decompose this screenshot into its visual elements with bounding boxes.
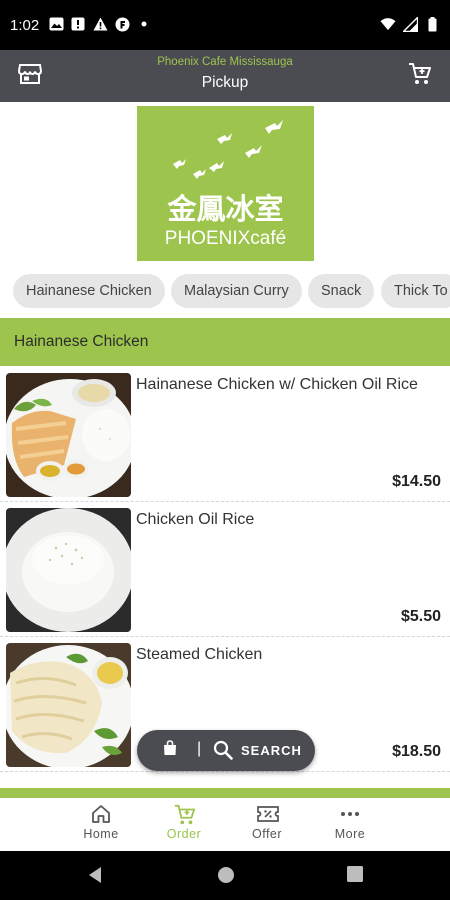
app-header: Phoenix Cafe Mississauga Pickup	[0, 50, 450, 102]
store-name: Phoenix Cafe Mississauga	[157, 56, 293, 68]
recents-button[interactable]	[346, 865, 366, 885]
category-chip-thick-toast[interactable]: Thick To	[381, 274, 450, 308]
status-system-icons	[380, 16, 440, 32]
nav-label-more: More	[334, 827, 366, 841]
nav-label-offer: Offer	[251, 827, 283, 841]
category-chip-hainanese-chicken[interactable]: Hainanese Chicken	[13, 274, 165, 308]
wifi-icon	[380, 16, 396, 32]
item-name: Chicken Oil Rice	[136, 511, 255, 528]
search-button-label[interactable]: SEARCH	[241, 743, 302, 758]
category-chip-malaysian-curry[interactable]: Malaysian Curry	[171, 274, 302, 308]
order-mode-title[interactable]: Pickup	[0, 74, 450, 92]
home-system-button[interactable]	[216, 865, 236, 885]
restaurant-logo: 金鳳冰室 PHOENIXcafé	[137, 106, 314, 261]
cart-icon	[408, 62, 432, 91]
section-header: Hainanese Chicken	[0, 318, 450, 366]
order-cart-icon	[174, 804, 196, 825]
item-image	[6, 373, 131, 497]
section-title: Hainanese Chicken	[14, 333, 149, 350]
nav-item-home[interactable]: Home	[61, 798, 141, 851]
more-dots-icon	[340, 804, 360, 824]
status-notification-icons	[48, 16, 152, 32]
item-name: Steamed Chicken	[136, 646, 263, 663]
item-image	[6, 643, 131, 767]
dot-icon	[136, 16, 152, 32]
bottom-navigation: Home Order Offer More	[0, 798, 450, 851]
warning-icon	[92, 16, 108, 32]
next-section-header-edge	[0, 788, 450, 798]
menu-item[interactable]: Chicken Oil Rice $5.50	[0, 503, 450, 637]
logo-brand-text: PHOENIXcafé	[165, 228, 286, 249]
nav-label-order: Order	[166, 827, 202, 841]
back-triangle-icon	[89, 867, 101, 883]
app-icon	[114, 16, 130, 32]
battery-icon	[424, 16, 440, 32]
search-icon[interactable]	[213, 740, 233, 760]
gallery-icon	[48, 16, 64, 32]
alert-icon	[70, 16, 86, 32]
system-navigation-bar	[0, 851, 450, 900]
nav-item-offer[interactable]: Offer	[227, 798, 307, 851]
nav-item-order[interactable]: Order	[144, 798, 224, 851]
menu-item[interactable]: Hainanese Chicken w/ Chicken Oil Rice $1…	[0, 368, 450, 502]
item-price: $14.50	[392, 473, 441, 490]
category-chip-snack[interactable]: Snack	[308, 274, 375, 308]
shopping-bag-button[interactable]	[161, 740, 179, 761]
item-price: $5.50	[400, 608, 441, 625]
cart-search-bar: | SEARCH	[137, 730, 315, 771]
category-tabs: Hainanese Chicken Malaysian Curry Snack …	[0, 274, 450, 310]
offer-ticket-icon	[257, 804, 279, 824]
back-button[interactable]	[86, 865, 106, 885]
cart-button[interactable]	[406, 62, 434, 90]
status-bar: 1:02	[0, 0, 450, 50]
status-time: 1:02	[10, 17, 40, 34]
signal-icon	[402, 16, 418, 32]
recents-square-icon	[347, 866, 363, 882]
shopping-bag-icon	[163, 740, 177, 761]
phoenix-logo-graphic: 金鳳冰室 PHOENIXcafé	[165, 120, 286, 249]
nav-label-home: Home	[83, 827, 119, 841]
home-icon	[91, 804, 111, 824]
logo-chinese-text: 金鳳冰室	[166, 192, 283, 226]
item-price: $18.50	[392, 743, 441, 760]
item-image	[6, 508, 131, 632]
home-circle-icon	[218, 867, 234, 883]
pill-separator: |	[197, 740, 202, 757]
item-name: Hainanese Chicken w/ Chicken Oil Rice	[136, 376, 418, 393]
nav-item-more[interactable]: More	[310, 798, 390, 851]
